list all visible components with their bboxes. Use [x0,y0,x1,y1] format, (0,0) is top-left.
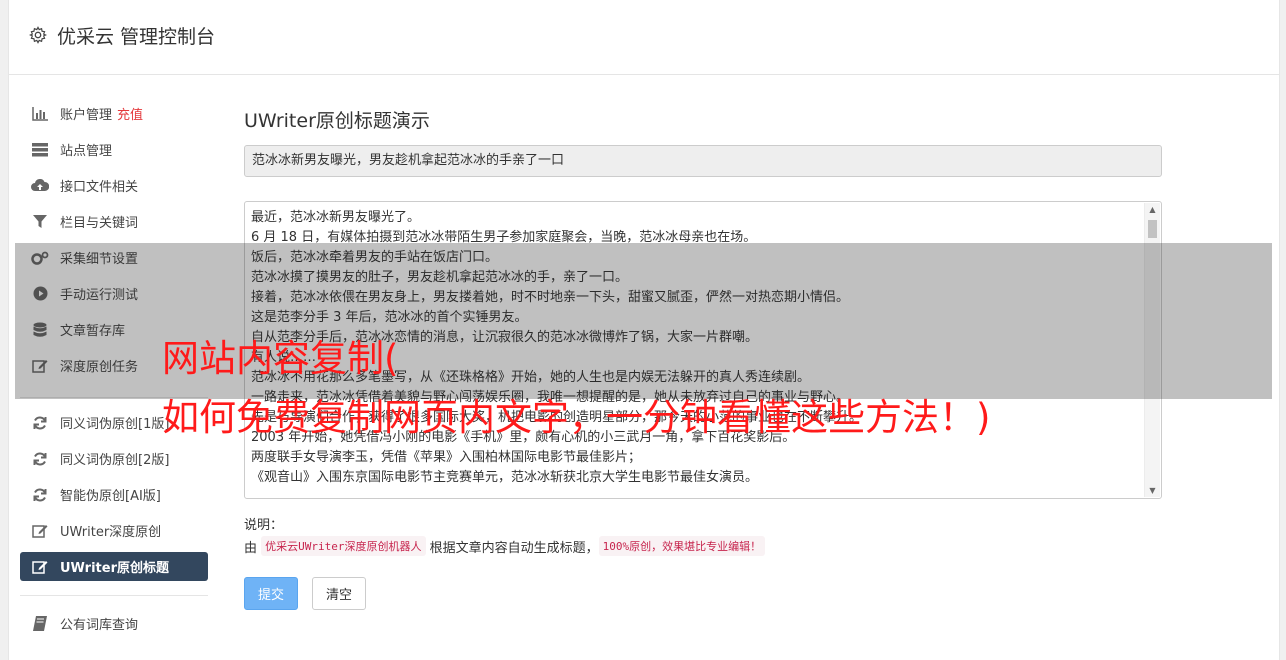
sidebar-item-uwriter-title[interactable]: UWriter原创标题 [20,552,208,581]
sidebar-item-label: 同义词伪原创[1版] [60,417,170,432]
sidebar-item-label: UWriter原创标题 [60,561,169,576]
watermark-line-1: 网站内容复制( [162,337,399,380]
refresh-icon [31,414,49,432]
note-code-robot: 优采云UWriter深度原创机器人 [261,536,426,556]
sidebar-item-label: 接口文件相关 [60,180,139,195]
refresh-icon [31,450,49,468]
watermark-line-2: 如何免费复制网页内文字，一分钟看懂这些方法！) [162,396,991,439]
sidebar-item-label: UWriter深度原创 [60,525,162,540]
sidebar-item-label: 同义词伪原创[2版] [60,453,170,468]
sidebar-item-interface[interactable]: 接口文件相关 [20,171,208,200]
note-middle: 根据文章内容自动生成标题， [429,540,599,556]
sidebar-item-uwriter-deep[interactable]: UWriter深度原创 [20,516,208,545]
submit-button[interactable]: 提交 [244,577,298,610]
note-text: 由 优采云UWriter深度原创机器人 根据文章内容自动生成标题， 100%原创，… [244,536,766,556]
content-line: 两度联手女导演李玉，凭借《苹果》入围柏林国际电影节最佳影片； [251,450,642,465]
sidebar-item-columns[interactable]: 栏目与关键词 [20,207,208,236]
sidebar-item-label: 公有词库查询 [60,618,139,633]
edit-icon [31,522,49,540]
refresh-icon [31,486,49,504]
sidebar-item-label: 栏目与关键词 [60,216,139,231]
scrollbar-thumb[interactable] [1148,220,1157,238]
page-title: UWriter原创标题演示 [244,110,430,132]
content-line: 最近，范冰冰新男友曝光了。 [251,210,421,225]
header: 优采云 管理控制台 [9,0,1279,75]
note-code-original: 100%原创，效果堪比专业编辑！ [598,536,766,556]
sidebar-item-label: 站点管理 [60,144,113,159]
server-icon [31,141,49,159]
app-title: 优采云 管理控制台 [57,26,216,48]
sidebar-divider [20,595,208,596]
cloud-upload-icon [31,177,49,195]
bar-chart-icon [31,105,49,123]
sidebar-item-ai-rewrite[interactable]: 智能伪原创[AI版] [20,480,208,509]
note-label: 说明： [244,518,284,533]
sidebar-item-sites[interactable]: 站点管理 [20,135,208,164]
filter-icon [31,213,49,231]
book-icon [31,615,49,633]
scroll-down-arrow-icon[interactable]: ▼ [1145,486,1160,495]
sidebar-item-synonym-v2[interactable]: 同义词伪原创[2版] [20,444,208,473]
edit-icon [31,558,49,576]
content-line: 《观音山》入围东京国际电影节主竞赛单元，范冰冰斩获北京大学生电影节最佳女演员。 [251,470,759,485]
recharge-link[interactable]: 充值 [117,104,143,123]
note-prefix: 由 [244,540,258,556]
clear-button[interactable]: 清空 [312,577,366,610]
sidebar-item-label: 账户管理 [60,108,113,123]
gear-icon [29,26,47,44]
sidebar-item-public-lexicon[interactable]: 公有词库查询 [20,609,208,638]
scroll-up-arrow-icon[interactable]: ▲ [1145,205,1160,214]
sidebar-item-label: 智能伪原创[AI版] [60,489,161,504]
title-field[interactable]: 范冰冰新男友曝光，男友趁机拿起范冰冰的手亲了一口 [244,145,1162,177]
sidebar-item-account[interactable]: 账户管理 充值 [20,99,208,128]
